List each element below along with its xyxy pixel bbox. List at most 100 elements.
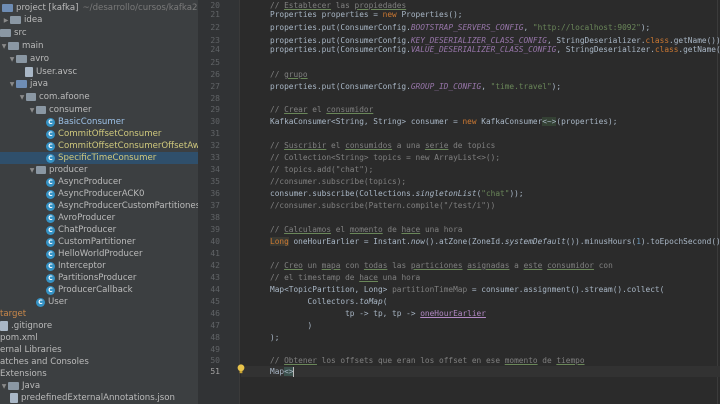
class-icon: C <box>46 273 55 283</box>
tree-item-main[interactable]: ▼ main <box>0 40 198 52</box>
line-number: 51 <box>210 367 220 376</box>
tree-item-async-producer-ack0[interactable]: C AsyncProducerACK0 <box>0 188 198 200</box>
code-line-45[interactable]: Collectors.toMap( <box>270 296 388 307</box>
package-icon <box>26 93 36 101</box>
tree-item-partitions-producer[interactable]: C PartitionsProducer <box>0 272 198 284</box>
tree-item-label: AsyncProducer <box>58 177 122 187</box>
code-line-48[interactable]: ); <box>270 332 279 343</box>
tree-item-label: BasicConsumer <box>58 117 125 127</box>
tree-item-label: consumer <box>49 105 92 115</box>
tree-item-commit-offset-consumer-offset-aware[interactable]: C CommitOffsetConsumerOffsetAware <box>0 140 198 152</box>
code-line-21[interactable]: Properties properties = new Properties()… <box>270 9 462 20</box>
line-number: 30 <box>210 117 220 126</box>
tree-item-label: predefinedExternalAnnotations.json <box>21 393 175 403</box>
folder-icon <box>0 29 11 37</box>
tree-item-extensions[interactable]: Extensions <box>0 368 198 380</box>
tree-item-avro[interactable]: ▼ avro <box>0 53 198 65</box>
code-line-29[interactable]: // Crear el consumidor <box>270 104 373 115</box>
code-line-51[interactable]: Map<> <box>270 366 295 377</box>
tree-item-consumer[interactable]: ▼ consumer <box>0 104 198 116</box>
tree-item-label: java <box>30 79 49 89</box>
line-number: 50 <box>210 356 220 365</box>
code-line-27[interactable]: properties.put(ConsumerConfig.GROUP_ID_C… <box>270 81 561 92</box>
tree-item-custom-partitioner[interactable]: C CustomPartitioner <box>0 236 198 248</box>
tree-item-label: com.afoone <box>39 92 90 102</box>
folder-icon <box>8 42 19 50</box>
chevron-down-icon: ▼ <box>9 55 15 63</box>
tree-item-project-root[interactable]: project [kafka] ~/desarrollo/cursos/kafk… <box>0 2 198 14</box>
tree-item-gitignore[interactable]: .gitignore <box>0 320 198 332</box>
code-line-24[interactable]: properties.put(ConsumerConfig.VALUE_DESE… <box>270 44 720 55</box>
project-path: ~/desarrollo/cursos/kafka21feb22/ja <box>82 3 198 13</box>
tree-item-label: AvroProducer <box>58 213 116 223</box>
tree-item-label: HelloWorldProducer <box>58 249 143 259</box>
text-caret <box>293 367 295 377</box>
tree-item-java[interactable]: ▼ java <box>0 78 198 90</box>
tree-item-label: CommitOffsetConsumerOffsetAware <box>58 141 198 151</box>
tree-item-chat-producer[interactable]: C ChatProducer <box>0 224 198 236</box>
code-line-46[interactable]: tp -> tp, tp -> oneHourEarlier <box>270 308 486 319</box>
tree-item-user[interactable]: C User <box>0 296 198 308</box>
class-icon: C <box>46 153 55 163</box>
tree-item-avro-producer[interactable]: C AvroProducer <box>0 212 198 224</box>
tree-item-java-ext[interactable]: ▼ Java <box>0 380 198 392</box>
class-icon: C <box>46 249 55 259</box>
tree-item-label: PartitionsProducer <box>58 273 137 283</box>
chevron-right-icon: ▶ <box>3 16 9 24</box>
file-icon <box>25 67 33 77</box>
tree-item-hello-world-producer[interactable]: C HelloWorldProducer <box>0 248 198 260</box>
code-line-40[interactable]: Long oneHourEarlier = Instant.now().atZo… <box>270 236 720 247</box>
class-icon: C <box>46 189 55 199</box>
tree-item-src[interactable]: src <box>0 27 198 39</box>
code-line-34[interactable]: // topics.add("chat"); <box>270 164 373 175</box>
tree-item-predefined-annotations[interactable]: predefinedExternalAnnotations.json <box>0 392 198 404</box>
tree-item-label: target <box>0 309 27 319</box>
tree-item-pom-xml[interactable]: pom.xml <box>0 332 198 344</box>
code-line-50[interactable]: // Obtener los offsets que eran los offs… <box>270 355 585 366</box>
code-line-35[interactable]: //consumer.subscribe(topics); <box>270 176 406 187</box>
tree-item-interceptor[interactable]: C Interceptor <box>0 260 198 272</box>
line-number: 27 <box>210 82 220 91</box>
tree-item-external-libraries[interactable]: ernal Libraries <box>0 344 198 356</box>
code-line-30[interactable]: KafkaConsumer<String, String> consumer =… <box>270 116 617 127</box>
tree-item-scratches-and-consoles[interactable]: atches and Consoles <box>0 356 198 368</box>
tree-item-com-afoone[interactable]: ▼ com.afoone <box>0 91 198 103</box>
code-line-32[interactable]: // Suscribir el consumidos a una serie d… <box>270 140 495 151</box>
line-number: 40 <box>210 237 220 246</box>
code-line-26[interactable]: // grupo <box>270 69 308 80</box>
line-number: 49 <box>210 345 220 354</box>
line-number: 25 <box>210 58 220 67</box>
tree-item-producer[interactable]: ▼ producer <box>0 164 198 176</box>
chevron-down-icon: ▼ <box>1 382 7 390</box>
class-icon: C <box>46 261 55 271</box>
code-line-39[interactable]: // Calculamos el momento de hace una hor… <box>270 224 463 235</box>
tree-item-label: User <box>48 297 68 307</box>
lightbulb-icon[interactable] <box>237 364 245 374</box>
code-line-44[interactable]: Map<TopicPartition, Long> partitionTimeM… <box>270 284 664 295</box>
line-number: 46 <box>210 309 220 318</box>
tree-item-user-avsc[interactable]: User.avsc <box>0 66 198 78</box>
code-line-42[interactable]: // Creo un mapa con todas las particione… <box>270 260 613 271</box>
tree-item-specific-time-consumer[interactable]: C SpecificTimeConsumer <box>0 152 198 164</box>
code-line-43[interactable]: // el timestamp de hace una hora <box>270 272 420 283</box>
line-number: 41 <box>210 249 220 258</box>
project-tree-panel[interactable]: project [kafka] ~/desarrollo/cursos/kafk… <box>0 0 198 404</box>
code-line-22[interactable]: properties.put(ConsumerConfig.BOOTSTRAP_… <box>270 22 650 33</box>
tree-item-idea[interactable]: ▶ idea <box>0 14 198 26</box>
tree-item-producer-callback[interactable]: C ProducerCallback <box>0 284 198 296</box>
line-number: 32 <box>210 141 220 150</box>
code-line-47[interactable]: ) <box>270 320 313 331</box>
class-icon: C <box>46 213 55 223</box>
tree-item-label: src <box>14 28 27 38</box>
tree-item-target[interactable]: target <box>0 308 198 320</box>
code-line-33[interactable]: // Collection<String> topics = new Array… <box>270 152 500 163</box>
code-line-37[interactable]: //consumer.subscribe(Pattern.compile("/t… <box>270 200 495 211</box>
chevron-down-icon: ▼ <box>19 93 25 101</box>
code-line-36[interactable]: consumer.subscribe(Collections.singleton… <box>270 188 524 199</box>
tree-item-basic-consumer[interactable]: C BasicConsumer <box>0 116 198 128</box>
class-icon: C <box>46 285 55 295</box>
tree-item-commit-offset-consumer[interactable]: C CommitOffsetConsumer <box>0 128 198 140</box>
line-number: 23 <box>210 36 220 45</box>
tree-item-async-producer-custom-partitiones[interactable]: C AsyncProducerCustomPartitiones <box>0 200 198 212</box>
tree-item-async-producer[interactable]: C AsyncProducer <box>0 176 198 188</box>
